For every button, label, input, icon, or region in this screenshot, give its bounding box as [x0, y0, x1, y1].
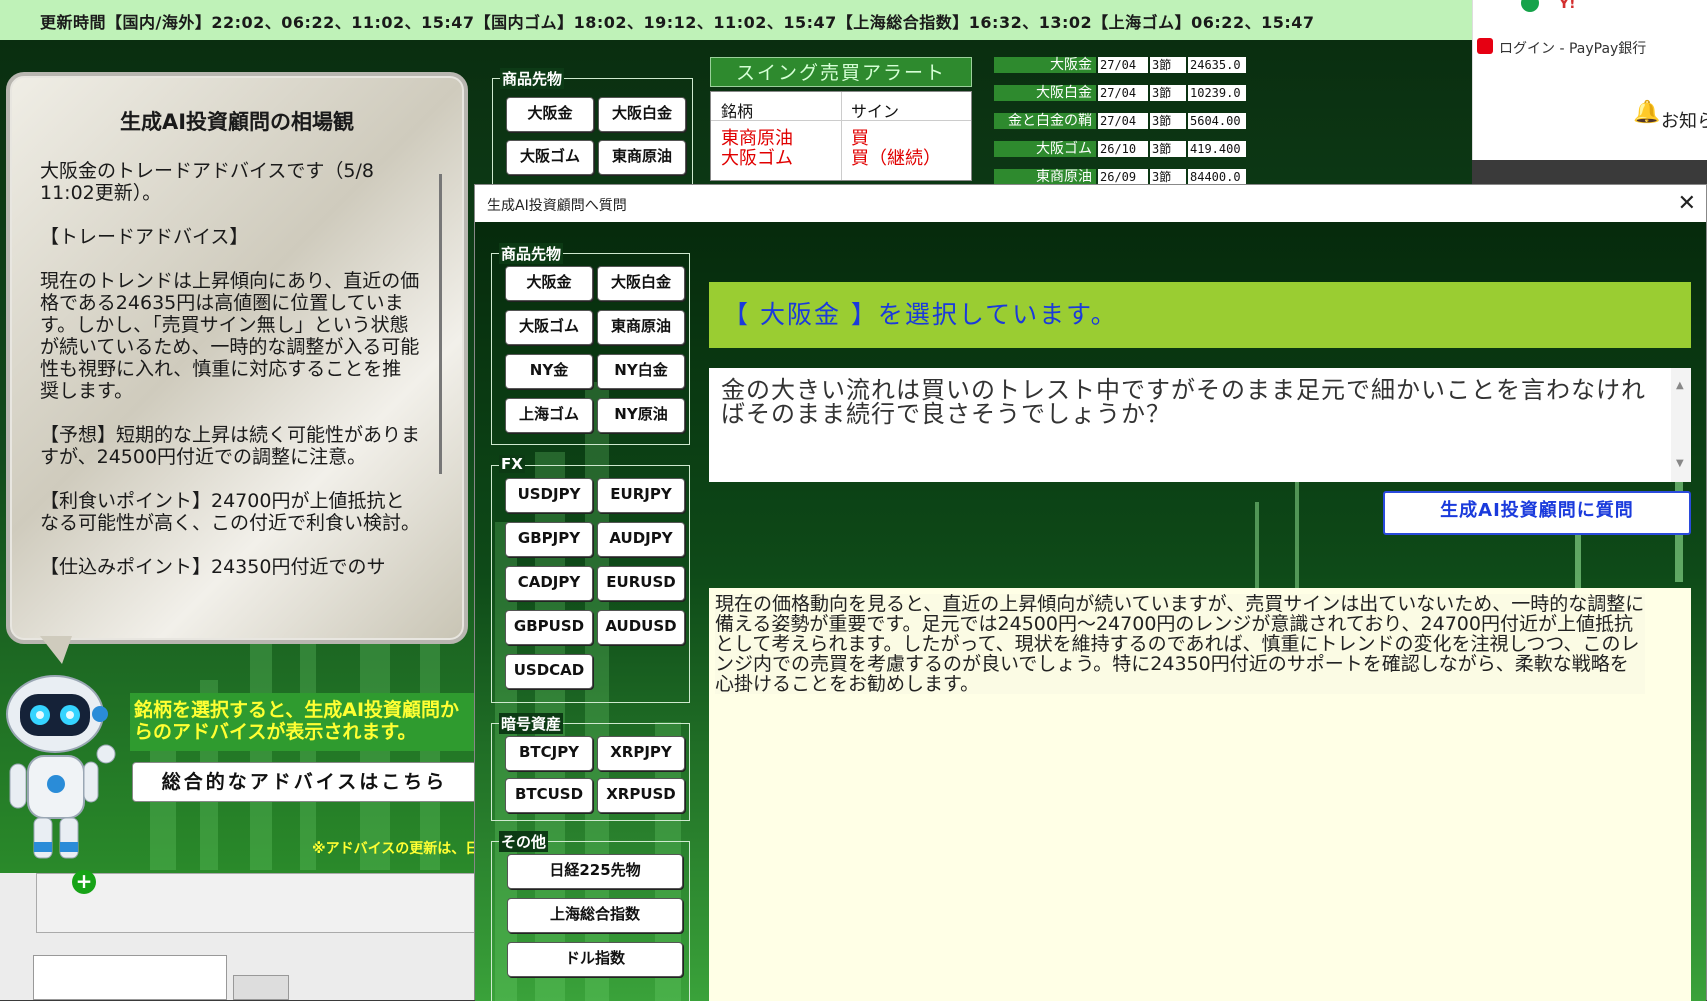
swing-row-name: 大阪ゴム — [721, 148, 793, 169]
swing-alert-table: 銘柄 サイン 東商原油 買 大阪ゴム 買（継続） — [710, 91, 972, 181]
commodity-group-label: 商品先物 — [499, 243, 564, 264]
app-btn-osaka-gold[interactable]: 大阪金 — [506, 97, 594, 132]
close-icon[interactable]: ✕ — [1678, 191, 1696, 216]
btn-audjpy[interactable]: AUDJPY — [597, 522, 685, 557]
yahoo-icon[interactable]: Y! — [1559, 0, 1576, 12]
app-btn-crude-oil[interactable]: 東商原油 — [598, 140, 686, 175]
btn-dollar-index[interactable]: ドル指数 — [507, 942, 683, 977]
add-icon[interactable]: + — [72, 870, 96, 894]
question-input[interactable]: 金の大きい流れは買いのトレスト中ですがそのまま足元で細かいことを言わなければその… — [709, 368, 1691, 482]
btn-ny-platinum[interactable]: NY白金 — [597, 354, 685, 389]
btn-ny-crude[interactable]: NY原油 — [597, 398, 685, 433]
btn-shanghai-index[interactable]: 上海総合指数 — [507, 898, 683, 933]
browser-input[interactable] — [33, 955, 227, 1000]
app-commodity-label: 商品先物 — [500, 68, 565, 89]
answer-area[interactable]: 現在の価格動向を見ると、直近の上昇傾向が続いていますが、売買サインは出ていないた… — [709, 588, 1691, 1001]
price-name: 大阪金 — [994, 57, 1096, 73]
robot-mascot-icon — [6, 675, 116, 859]
bookmark-paypay[interactable]: ログイン - PayPay銀行 — [1499, 38, 1646, 58]
btn-eurjpy[interactable]: EURJPY — [597, 478, 685, 513]
btn-eurusd[interactable]: EURUSD — [597, 566, 685, 601]
btn-shanghai-rubber[interactable]: 上海ゴム — [505, 398, 593, 433]
paypay-favicon — [1477, 38, 1493, 54]
selection-hint: 銘柄を選択すると、生成AI投資顧問からのアドバイスが表示されます。 — [130, 693, 480, 751]
app-btn-osaka-platinum[interactable]: 大阪白金 — [598, 97, 686, 132]
other-group-label: その他 — [499, 831, 549, 852]
price-name: 大阪ゴム — [994, 141, 1096, 157]
answer-text: 現在の価格動向を見ると、直近の上昇傾向が続いていますが、売買サインは出ていないた… — [715, 593, 1645, 695]
btn-osaka-rubber[interactable]: 大阪ゴム — [505, 310, 593, 345]
btn-xrpjpy[interactable]: XRPJPY — [597, 736, 685, 771]
overall-advice-button[interactable]: 総合的なアドバイスはこちら — [132, 762, 477, 802]
btn-osaka-platinum[interactable]: 大阪白金 — [597, 266, 685, 301]
btn-nikkei225[interactable]: 日経225先物 — [507, 854, 683, 889]
price-value: 5604.00 — [1188, 113, 1246, 129]
price-date: 26/09 — [1098, 169, 1148, 185]
price-session: 3節 — [1150, 169, 1186, 185]
price-value: 419.400 — [1188, 141, 1246, 157]
price-date: 27/04 — [1098, 57, 1148, 73]
dialog-title: 生成AI投資顧問へ質問 — [487, 198, 627, 214]
price-value: 84400.0 — [1188, 169, 1246, 185]
btn-btcjpy[interactable]: BTCJPY — [505, 736, 593, 771]
btn-cadjpy[interactable]: CADJPY — [505, 566, 593, 601]
price-date: 27/04 — [1098, 85, 1148, 101]
bubble-tail — [40, 636, 72, 664]
price-name: 大阪白金 — [994, 85, 1096, 101]
btn-ny-gold[interactable]: NY金 — [505, 354, 593, 389]
price-value: 10239.0 — [1188, 85, 1246, 101]
notification-label[interactable]: お知ら — [1661, 107, 1707, 133]
advice-update-note: ※アドバイスの更新は、日 — [312, 841, 480, 857]
advice-scrollbar[interactable] — [434, 160, 448, 620]
btn-crude-oil[interactable]: 東商原油 — [597, 310, 685, 345]
btn-gbpusd[interactable]: GBPUSD — [505, 610, 593, 645]
price-session: 3節 — [1150, 57, 1186, 73]
scroll-up-icon[interactable]: ▲ — [1676, 374, 1685, 398]
selected-symbol-banner: 【 大阪金 】を選択しています。 — [709, 282, 1691, 348]
advice-bubble: 生成AI投資顧問の相場観 大阪金のトレードアドバイスです（5/8 11:02更新… — [6, 72, 468, 644]
browser-background: Y! ログイン - PayPay銀行 🔔 お知ら — [1472, 0, 1707, 160]
swing-row-sign: 買（継続） — [851, 148, 941, 169]
advice-body[interactable]: 大阪金のトレードアドバイスです（5/8 11:02更新）。 【トレードアドバイス… — [40, 160, 420, 620]
ask-ai-button[interactable]: 生成AI投資顧問に質問 — [1383, 491, 1691, 535]
question-text[interactable]: 金の大きい流れは買いのトレスト中ですがそのまま足元で細かいことを言わなければその… — [721, 376, 1646, 428]
btn-audusd[interactable]: AUDUSD — [597, 610, 685, 645]
dialog-body: 商品先物 大阪金 大阪白金 大阪ゴム 東商原油 NY金 NY白金 上海ゴム NY… — [475, 222, 1706, 1001]
btn-usdcad[interactable]: USDCAD — [505, 654, 593, 689]
price-date: 26/10 — [1098, 141, 1148, 157]
swing-alert-title: スイング売買アラート — [710, 57, 972, 87]
price-session: 3節 — [1150, 85, 1186, 101]
price-date: 27/04 — [1098, 113, 1148, 129]
browser-panel — [36, 873, 476, 933]
price-session: 3節 — [1150, 141, 1186, 157]
swing-col-sign: サイン — [851, 102, 900, 121]
price-value: 24635.0 — [1188, 57, 1246, 73]
swing-col-name: 銘柄 — [721, 102, 754, 121]
update-time-bar: 更新時間【国内/海外】22:02、06:22、11:02、15:47【国内ゴム】… — [0, 0, 1472, 40]
dialog-titlebar[interactable]: 生成AI投資顧問へ質問 ✕ — [475, 185, 1706, 223]
price-session: 3節 — [1150, 113, 1186, 129]
fx-group-label: FX — [499, 455, 525, 473]
browser-button[interactable] — [233, 975, 289, 1000]
btn-btcusd[interactable]: BTCUSD — [505, 778, 593, 813]
btn-xrpusd[interactable]: XRPUSD — [597, 778, 685, 813]
price-name: 金と白金の鞘 — [994, 113, 1096, 129]
app-btn-osaka-rubber[interactable]: 大阪ゴム — [506, 140, 594, 175]
price-name: 東商原油 — [994, 169, 1096, 185]
extension-icon[interactable] — [1521, 0, 1539, 12]
bell-icon[interactable]: 🔔 — [1633, 100, 1660, 125]
advice-title: 生成AI投資顧問の相場観 — [119, 110, 355, 134]
question-scrollbar[interactable]: ▲ ▼ — [1671, 368, 1691, 482]
btn-gbpjpy[interactable]: GBPJPY — [505, 522, 593, 557]
ask-ai-dialog: 生成AI投資顧問へ質問 ✕ 商品先物 大阪金 大阪白金 大阪ゴム 東商原油 NY… — [474, 184, 1707, 1001]
crypto-group-label: 暗号資産 — [499, 713, 564, 734]
scroll-down-icon[interactable]: ▼ — [1676, 452, 1685, 476]
btn-usdjpy[interactable]: USDJPY — [505, 478, 593, 513]
btn-osaka-gold[interactable]: 大阪金 — [505, 266, 593, 301]
